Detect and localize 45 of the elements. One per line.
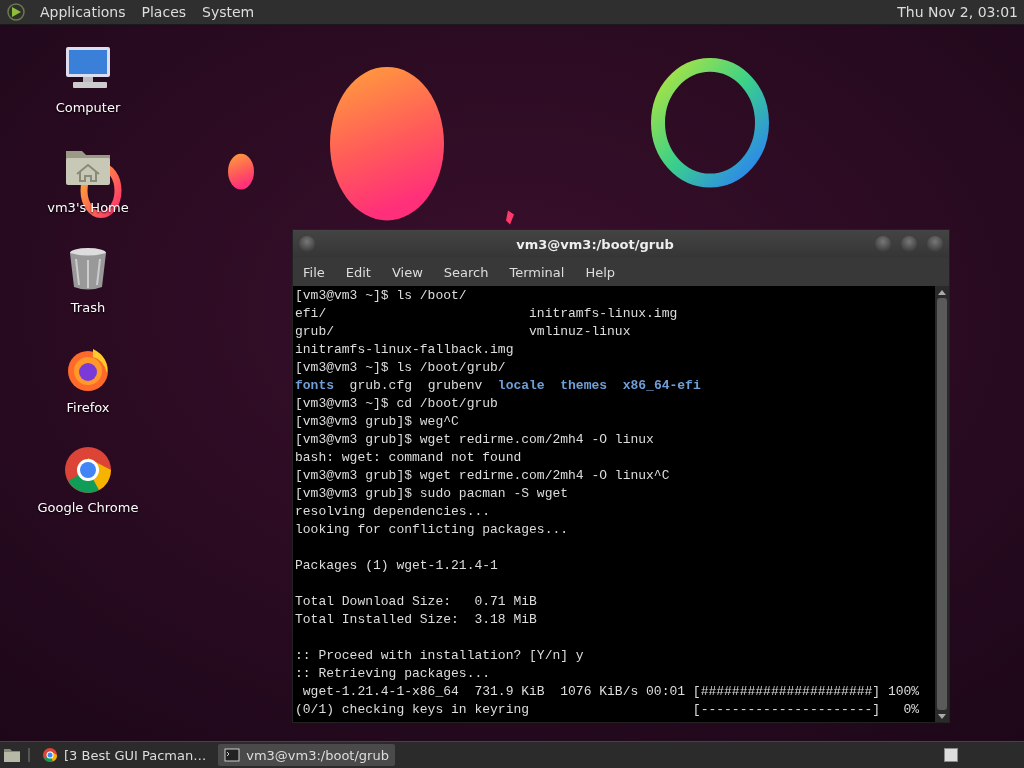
taskbar-button[interactable]: vm3@vm3:/boot/grub	[218, 744, 395, 766]
terminal-line: [vm3@vm3 ~]$ ls /boot/	[295, 287, 468, 305]
terminal-line: Total Download Size: 0.71 MiB	[295, 593, 538, 611]
terminal-icon	[224, 747, 241, 763]
terminal-line: wget-1.21.4-1-x86_64 731.9 KiB 1076 KiB/s 00:01 [######################] 100%	[301, 683, 921, 701]
scroll-thumb[interactable]	[937, 298, 947, 710]
terminal-line: (0/1) checking keys in keyring [----------------------] 0%	[295, 701, 921, 719]
menu-item[interactable]: View	[391, 264, 423, 280]
terminal-line: :: Retrieving packages...	[295, 665, 492, 683]
terminal-line: fonts grub.cfg grubenv locale themes x86_64-efi	[295, 377, 702, 395]
panel-menu[interactable]: Applications	[38, 4, 128, 20]
workspace-switcher[interactable]	[944, 748, 958, 762]
terminal-line: :: Proceed with installation? [Y/n] y	[295, 647, 585, 665]
chrome-icon[interactable]	[63, 445, 113, 493]
terminal-line: [vm3@vm3 ~]$ ls /boot/grub/	[295, 359, 507, 377]
desktop-icon-label[interactable]: Firefox	[66, 400, 110, 415]
terminal-line: [vm3@vm3 ~]$ cd /boot/grub	[295, 395, 499, 413]
menu-item[interactable]: Terminal	[509, 264, 565, 280]
menu-item[interactable]: Help	[585, 264, 616, 280]
terminal-line: initramfs-linux-fallback.img	[295, 341, 515, 359]
terminal-line: efi/ initramfs-linux.img	[295, 305, 679, 323]
menu-item[interactable]: Edit	[345, 264, 371, 280]
terminal-line: bash: wget: command not found	[295, 449, 523, 467]
terminal-line: Packages (1) wget-1.21.4-1	[295, 557, 499, 575]
terminal-line: [vm3@vm3 grub]$ sudo pacman -S wget	[295, 485, 570, 503]
menu-logo-icon[interactable]	[6, 2, 26, 22]
terminal-line: [vm3@vm3 grub]$ wget redirme.com/2mh4 -O linux	[295, 431, 655, 449]
desktop-icon-label[interactable]: Google Chrome	[37, 500, 139, 515]
taskbar-button[interactable]: [3 Best GUI Pacman…	[36, 744, 213, 766]
window-title: vm3@vm3:/boot/grub	[515, 236, 675, 252]
panel-menu[interactable]: System	[200, 4, 257, 20]
panel-menu[interactable]: Places	[139, 4, 189, 20]
menu-item[interactable]: File	[303, 264, 325, 280]
desktop-icon-label[interactable]: Trash	[70, 300, 106, 315]
terminal-line: grub/ vmlinuz-linux	[295, 323, 632, 341]
menu-item[interactable]: Search	[443, 264, 489, 280]
desktop-icon-label[interactable]: Computer	[55, 100, 121, 115]
terminal-line: [vm3@vm3 grub]$ weg^C	[295, 413, 460, 431]
terminal-line: looking for conflicting packages...	[295, 521, 570, 539]
terminal-line: Total Installed Size: 3.18 MiB	[295, 611, 538, 629]
clock[interactable]: Thu Nov 2, 03:01	[897, 4, 1024, 20]
chrome-icon	[42, 747, 58, 763]
scrollbar[interactable]	[935, 286, 949, 722]
terminal-line: resolving dependencies...	[295, 503, 492, 521]
terminal-line: [vm3@vm3 grub]$ wget redirme.com/2mh4 -O linux^C	[295, 467, 671, 485]
